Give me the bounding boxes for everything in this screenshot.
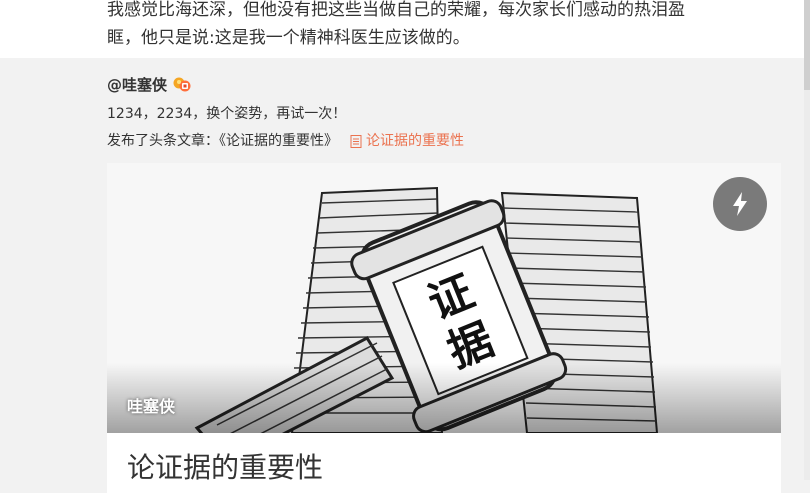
retweet-author: @哇塞侠 <box>107 75 192 95</box>
article-link[interactable]: 论证据的重要性 <box>350 131 464 151</box>
scrollbar[interactable] <box>804 0 810 480</box>
post-text-line-2: 眶，他只是说:这是我一个精神科医生应该做的。 <box>107 28 470 48</box>
vip-badge-icon <box>173 77 191 92</box>
retweet-author-link[interactable]: @哇塞侠 <box>107 75 167 95</box>
retweet-article-line: 发布了头条文章：《论证据的重要性》 论证据的重要性 <box>107 131 464 151</box>
cover-shade <box>107 363 781 433</box>
article-prefix: 发布了头条文章：《论证据的重要性》 <box>107 133 338 149</box>
document-icon <box>350 134 362 148</box>
article-link-label: 论证据的重要性 <box>366 133 464 149</box>
retweet-text: 1234，2234，换个姿势，再试一次！ <box>107 106 347 122</box>
lightning-icon <box>733 192 747 216</box>
scrollbar-thumb[interactable] <box>804 0 810 90</box>
flash-button[interactable] <box>713 177 767 231</box>
post-text-line-1: 我感觉比海还深，但他没有把这些当做自己的荣耀，每次家长们感动的热泪盈 <box>107 0 685 20</box>
article-card[interactable]: 证 据 哇塞侠 论证据的重要性 <box>107 163 781 493</box>
retweet-box: @哇塞侠 1234，2234，换个姿势，再试一次！ 发布了头条文章：《论证据的重… <box>0 62 810 493</box>
article-cover-image[interactable]: 证 据 哇塞侠 <box>107 163 781 433</box>
article-card-title[interactable]: 论证据的重要性 <box>127 450 323 486</box>
post-text: 我感觉比海还深，但他没有把这些当做自己的荣耀，每次家长们感动的热泪盈 眶，他只是… <box>0 0 810 58</box>
cover-author: 哇塞侠 <box>127 397 176 416</box>
